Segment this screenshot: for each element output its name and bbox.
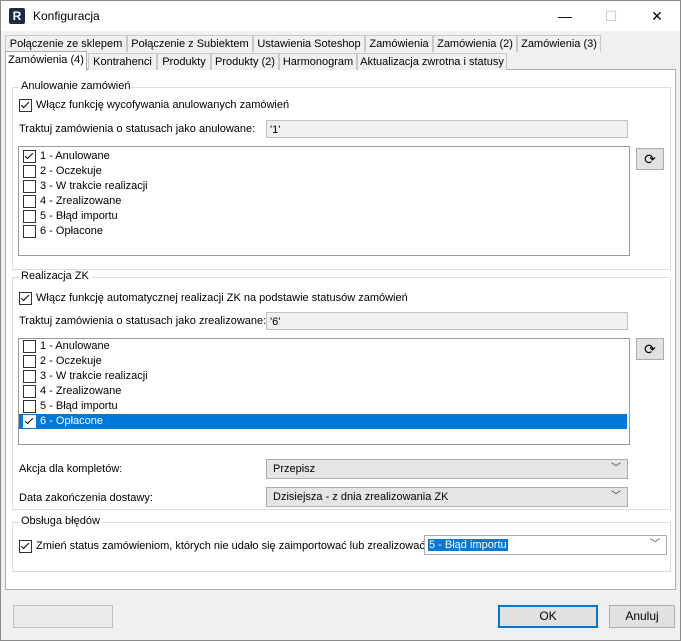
cancel-orders-group: Anulowanie zamówień Włącz funkcję wycofy… bbox=[12, 80, 671, 270]
error-change-label: Zmień status zamówieniom, których nie ud… bbox=[36, 540, 428, 552]
checkbox[interactable] bbox=[23, 355, 36, 368]
list-item[interactable]: 5 - Błąd importu bbox=[19, 209, 627, 224]
zk-status-list[interactable]: 1 - Anulowane 2 - Oczekuje 3 - W trakcie… bbox=[18, 338, 630, 445]
kit-action-select[interactable]: Przepisz ﹀ bbox=[266, 459, 628, 479]
tab-orders-3[interactable]: Zamówienia (3) bbox=[517, 35, 601, 52]
app-logo-icon: R bbox=[9, 8, 25, 24]
list-item-label: 4 - Zrealizowane bbox=[40, 385, 122, 397]
checkbox[interactable] bbox=[23, 225, 36, 238]
close-button[interactable]: ✕ bbox=[634, 1, 680, 31]
tab-contractors[interactable]: Kontrahenci bbox=[88, 53, 157, 70]
list-item-label: 5 - Błąd importu bbox=[40, 210, 118, 222]
list-item-label: 3 - W trakcie realizacji bbox=[40, 370, 148, 382]
checkbox[interactable] bbox=[23, 385, 36, 398]
cancel-status-label: Traktuj zamówienia o statusach jako anul… bbox=[19, 123, 256, 135]
list-item-label: 1 - Anulowane bbox=[40, 150, 110, 162]
chevron-down-icon: ﹀ bbox=[650, 539, 660, 550]
checkbox[interactable] bbox=[23, 400, 36, 413]
chevron-down-icon: ﹀ bbox=[611, 463, 621, 474]
ok-button[interactable]: OK bbox=[498, 605, 598, 628]
tab-panel: Anulowanie zamówień Włącz funkcję wycofy… bbox=[5, 69, 676, 590]
checkbox[interactable] bbox=[23, 340, 36, 353]
refresh-icon: ⟳ bbox=[644, 341, 656, 357]
tab-products[interactable]: Produkty bbox=[157, 53, 211, 70]
zk-enable-label: Włącz funkcję automatycznej realizacji Z… bbox=[36, 292, 408, 304]
tab-orders-4[interactable]: Zamówienia (4) bbox=[5, 51, 87, 71]
checkbox[interactable] bbox=[23, 150, 36, 163]
checkbox[interactable] bbox=[23, 370, 36, 383]
list-item[interactable]: 1 - Anulowane bbox=[19, 149, 627, 164]
list-item-label: 6 - Opłacone bbox=[40, 225, 103, 237]
list-item[interactable]: 4 - Zrealizowane bbox=[19, 384, 627, 399]
list-item[interactable]: 2 - Oczekuje bbox=[19, 354, 627, 369]
zk-enable-checkbox[interactable] bbox=[19, 292, 32, 305]
zk-realization-legend: Realizacja ZK bbox=[19, 270, 91, 282]
tab-shop-connection[interactable]: Połączenie ze sklepem bbox=[5, 35, 127, 52]
tab-row-2: Zamówienia (4) Kontrahenci Produkty Prod… bbox=[5, 51, 674, 71]
error-status-select[interactable]: 5 - Błąd importu ﹀ bbox=[424, 535, 667, 555]
list-item-label: 6 - Opłacone bbox=[40, 415, 103, 427]
chevron-down-icon: ﹀ bbox=[611, 491, 621, 502]
cancel-status-list[interactable]: 1 - Anulowane 2 - Oczekuje 3 - W trakcie… bbox=[18, 146, 630, 256]
cancel-enable-checkbox[interactable] bbox=[19, 99, 32, 112]
delivery-date-select[interactable]: Dzisiejsza - z dnia zrealizowania ZK ﹀ bbox=[266, 487, 628, 507]
cancel-enable-label: Włącz funkcję wycofywania anulowanych za… bbox=[36, 99, 290, 111]
list-item-label: 2 - Oczekuje bbox=[40, 355, 102, 367]
cancel-orders-legend: Anulowanie zamówień bbox=[19, 80, 133, 92]
zk-realization-group: Realizacja ZK Włącz funkcję automatyczne… bbox=[12, 270, 671, 510]
list-item[interactable]: 5 - Błąd importu bbox=[19, 399, 627, 414]
refresh-icon: ⟳ bbox=[644, 151, 656, 167]
tab-orders-2[interactable]: Zamówienia (2) bbox=[433, 35, 517, 52]
list-item[interactable]: 3 - W trakcie realizacji bbox=[19, 179, 627, 194]
window-title: Konfiguracja bbox=[33, 9, 100, 23]
kit-action-value: Przepisz bbox=[273, 463, 316, 475]
error-change-checkbox[interactable] bbox=[19, 540, 32, 553]
list-item[interactable]: 3 - W trakcie realizacji bbox=[19, 369, 627, 384]
title-bar: R Konfiguracja — ☐ ✕ bbox=[1, 1, 680, 31]
list-item[interactable]: 1 - Anulowane bbox=[19, 339, 627, 354]
tab-products-2[interactable]: Produkty (2) bbox=[211, 53, 279, 70]
delivery-date-value: Dzisiejsza - z dnia zrealizowania ZK bbox=[273, 491, 449, 503]
tab-soteshop-settings[interactable]: Ustawienia Soteshop bbox=[253, 35, 365, 52]
tab-feedback-update[interactable]: Aktualizacja zwrotna i statusy bbox=[357, 53, 507, 70]
list-item-label: 3 - W trakcie realizacji bbox=[40, 180, 148, 192]
checkbox[interactable] bbox=[23, 195, 36, 208]
delivery-date-label: Data zakończenia dostawy: bbox=[19, 492, 153, 504]
checkbox[interactable] bbox=[23, 210, 36, 223]
cancel-status-field: '1' bbox=[266, 120, 628, 138]
tab-orders[interactable]: Zamówienia bbox=[365, 35, 433, 52]
cancel-refresh-button[interactable]: ⟳ bbox=[636, 148, 664, 170]
maximize-button[interactable]: ☐ bbox=[588, 1, 634, 31]
zk-status-label: Traktuj zamówienia o statusach jako zrea… bbox=[19, 315, 267, 327]
minimize-button[interactable]: — bbox=[542, 1, 588, 31]
list-item-label: 1 - Anulowane bbox=[40, 340, 110, 352]
tab-subiekt-connection[interactable]: Połączenie z Subiektem bbox=[127, 35, 253, 52]
tab-schedule[interactable]: Harmonogram bbox=[279, 53, 357, 70]
kit-action-label: Akcja dla kompletów: bbox=[19, 463, 123, 475]
list-item[interactable]: 4 - Zrealizowane bbox=[19, 194, 627, 209]
list-item[interactable]: 2 - Oczekuje bbox=[19, 164, 627, 179]
tab-row-1: Połączenie ze sklepem Połączenie z Subie… bbox=[5, 35, 674, 52]
cancel-button[interactable]: Anuluj bbox=[609, 605, 675, 628]
list-item-selected[interactable]: 6 - Opłacone bbox=[19, 414, 627, 429]
error-status-value: 5 - Błąd importu bbox=[428, 539, 508, 551]
list-item-label: 2 - Oczekuje bbox=[40, 165, 102, 177]
zk-refresh-button[interactable]: ⟳ bbox=[636, 338, 664, 360]
list-item-label: 4 - Zrealizowane bbox=[40, 195, 122, 207]
checkbox[interactable] bbox=[23, 165, 36, 178]
checkbox[interactable] bbox=[23, 180, 36, 193]
list-item-label: 5 - Błąd importu bbox=[40, 400, 118, 412]
config-window: R Konfiguracja — ☐ ✕ Połączenie ze sklep… bbox=[0, 0, 681, 641]
list-item[interactable]: 6 - Opłacone bbox=[19, 224, 627, 239]
extra-button[interactable] bbox=[13, 605, 113, 628]
error-handling-legend: Obsługa błędów bbox=[19, 515, 102, 527]
checkbox[interactable] bbox=[23, 415, 36, 428]
error-handling-group: Obsługa błędów Zmień status zamówieniom,… bbox=[12, 515, 671, 572]
zk-status-field: '6' bbox=[266, 312, 628, 330]
